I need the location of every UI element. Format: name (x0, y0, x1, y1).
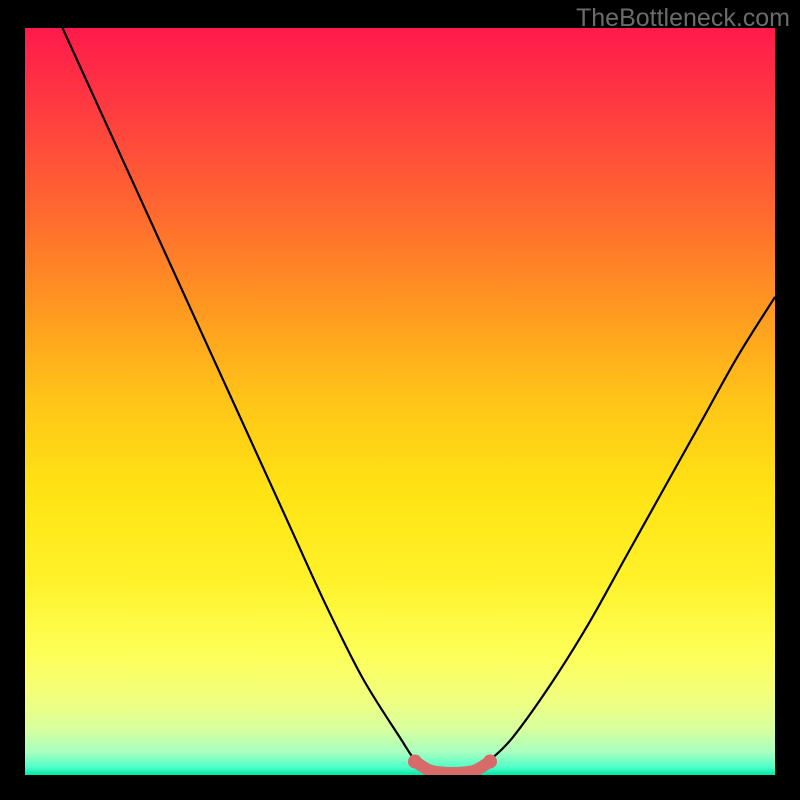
optimal-range-path (415, 762, 490, 773)
optimal-range-end-dot (483, 755, 497, 769)
optimal-range-start-dot (408, 755, 422, 769)
chart-frame: TheBottleneck.com (0, 0, 800, 800)
curve-svg (25, 28, 775, 775)
plot-area (25, 28, 775, 775)
bottleneck-curve-path (63, 28, 776, 774)
